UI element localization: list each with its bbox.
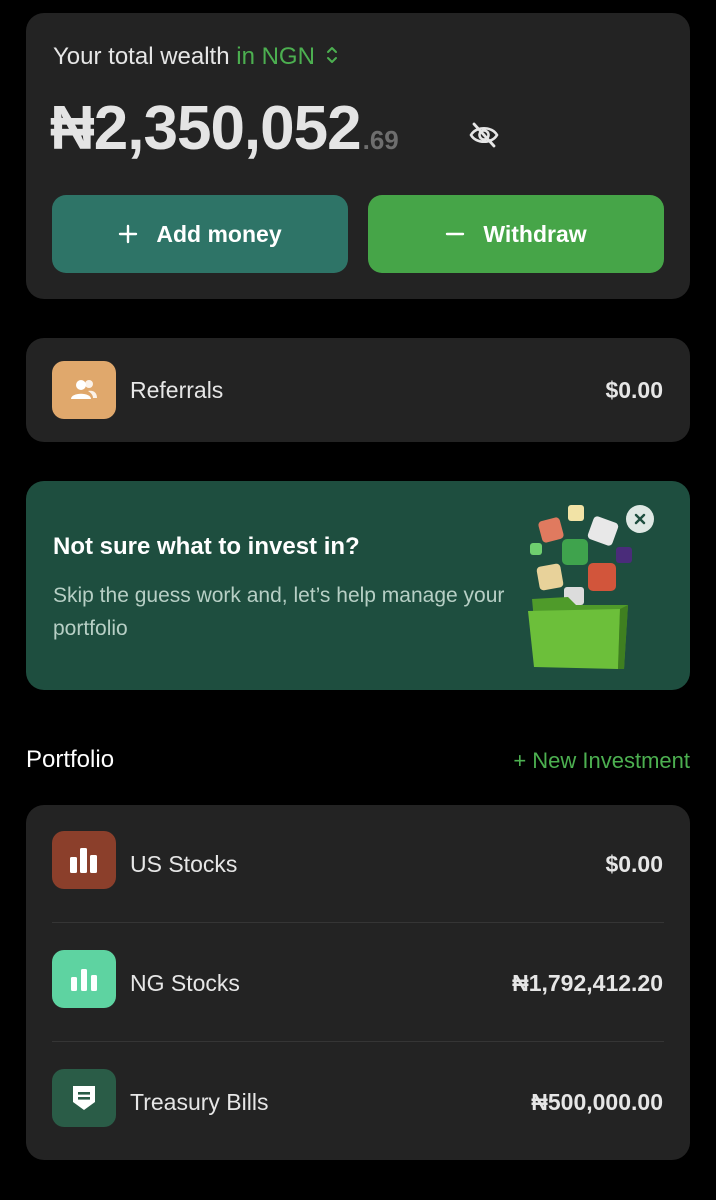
withdraw-button[interactable]: Withdraw xyxy=(368,195,664,273)
referrals-label: Referrals xyxy=(130,377,224,403)
withdraw-label: Withdraw xyxy=(483,220,587,247)
portfolio-item-value: ₦1,792,412.20 xyxy=(512,970,663,996)
portfolio-title: Portfolio xyxy=(26,746,115,773)
ng-stocks-chart-icon xyxy=(52,950,116,1008)
total-wealth-amount: ₦2,350,052.69 xyxy=(50,93,399,164)
portfolio-item-label: Treasury Bills xyxy=(130,1089,269,1115)
currency-selector[interactable]: in NGN xyxy=(236,43,337,70)
portfolio-item-label: US Stocks xyxy=(130,851,238,877)
minus-icon xyxy=(445,224,465,244)
wealth-title: Your total wealth in NGN xyxy=(53,43,338,72)
promo-description: Skip the guess work and, let’s help mana… xyxy=(53,584,505,640)
promo-title: Not sure what to invest in? xyxy=(53,533,360,560)
referrals-row[interactable]: Referrals $0.00 xyxy=(26,338,690,442)
amount-main: ₦2,350,052 xyxy=(50,94,362,163)
eye-slash-icon[interactable] xyxy=(468,121,500,154)
amount-decimal: .69 xyxy=(362,125,399,155)
portfolio-item-value: ₦500,000.00 xyxy=(531,1089,663,1115)
referrals-value: $0.00 xyxy=(605,377,663,403)
folder-illustration-icon xyxy=(528,505,632,669)
wealth-title-text: Your total wealth xyxy=(53,43,230,70)
portfolio-item-value: $0.00 xyxy=(605,851,663,877)
wealth-card: Your total wealth in NGN ₦2,350,052.69 A… xyxy=(26,13,690,299)
treasury-shield-icon xyxy=(52,1069,116,1127)
add-money-button[interactable]: Add money xyxy=(52,195,348,273)
plus-icon xyxy=(118,224,138,244)
close-icon[interactable] xyxy=(626,505,654,533)
us-stocks-chart-icon xyxy=(52,831,116,889)
add-money-label: Add money xyxy=(156,220,282,247)
portfolio-item-label: NG Stocks xyxy=(130,970,240,996)
chevron-up-down-icon xyxy=(326,44,338,72)
divider xyxy=(52,1041,664,1042)
currency-label: in NGN xyxy=(236,43,315,70)
divider xyxy=(52,922,664,923)
new-investment-link[interactable]: + New Investment xyxy=(513,748,690,774)
invest-promo-banner[interactable]: Not sure what to invest in? Skip the gue… xyxy=(26,481,690,690)
portfolio-list: US Stocks $0.00 NG Stocks ₦1,792,412.20 … xyxy=(26,805,690,1160)
users-icon xyxy=(52,361,116,419)
